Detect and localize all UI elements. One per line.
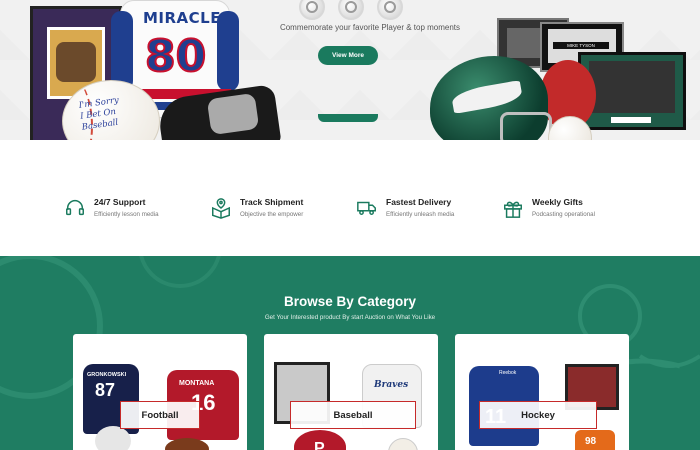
coin-badge-icon <box>299 0 325 20</box>
view-more-button[interactable]: View More <box>318 46 378 65</box>
hero-banner: Commemorate your favorite Player & top m… <box>0 0 700 140</box>
jersey-number: 87 <box>95 380 116 400</box>
category-label: Baseball <box>290 401 416 429</box>
category-label: Hockey <box>479 401 597 429</box>
frame-nameplate: MIKE TYSON <box>553 42 609 49</box>
baseball-image <box>388 438 418 450</box>
hero-slider-tab[interactable] <box>318 114 378 122</box>
features-bar: 24/7 Support Efficiently lesson media Tr… <box>0 140 700 256</box>
coin-badge-icon <box>377 0 403 20</box>
feature-title: Weekly Gifts <box>532 197 583 207</box>
category-section-subtitle: Get Your Interested product By start Auc… <box>264 314 436 321</box>
page: Commemorate your favorite Player & top m… <box>0 0 700 450</box>
feature-subtitle: Efficiently lesson media <box>94 211 159 218</box>
feature-weekly-gifts: Weekly Gifts Podcasting operational <box>502 197 595 219</box>
helmet-logo: P <box>314 440 325 450</box>
feature-title: Fastest Delivery <box>386 197 452 207</box>
feature-title: Track Shipment <box>240 197 304 207</box>
feature-subtitle: Objective the empower <box>240 211 304 218</box>
feature-subtitle: Efficiently unleash media <box>386 211 455 218</box>
hero-tagline: Commemorate your favorite Player & top m… <box>279 23 461 32</box>
feature-track-shipment: Track Shipment Objective the empower <box>210 197 303 219</box>
jersey-brand: Reebok <box>499 370 517 376</box>
category-section-title: Browse By Category <box>283 294 417 309</box>
package-location-icon <box>212 198 230 219</box>
category-card-hockey[interactable]: Reebok 11 98 Hockey <box>455 334 629 450</box>
jersey-name: MONTANA <box>179 380 215 387</box>
helmet-image <box>95 426 131 450</box>
coin-badge-icon <box>338 0 364 20</box>
feature-delivery: Fastest Delivery Efficiently unleash med… <box>356 197 454 219</box>
category-card-baseball[interactable]: Braves P Baseball <box>264 334 438 450</box>
hero-coin-badges <box>299 0 403 20</box>
jersey-name: Braves <box>374 380 409 390</box>
browse-category-section: Browse By Category Get Your Interested p… <box>0 256 700 450</box>
feature-title: 24/7 Support <box>94 197 146 207</box>
feature-subtitle: Podcasting operational <box>532 211 595 218</box>
category-card-football[interactable]: GRONKOWSKI 87 MONTANA 16 Football <box>73 334 247 450</box>
gift-icon <box>504 201 522 218</box>
jersey-number: 80 <box>144 30 207 83</box>
jersey-name: GRONKOWSKI <box>87 372 127 378</box>
glove-number: 98 <box>585 436 597 447</box>
delivery-truck-icon <box>357 201 376 215</box>
headset-icon <box>66 200 84 216</box>
feature-support: 24/7 Support Efficiently lesson media <box>64 197 159 219</box>
jersey-word: MIRACLE <box>143 9 221 27</box>
category-label: Football <box>120 401 200 429</box>
